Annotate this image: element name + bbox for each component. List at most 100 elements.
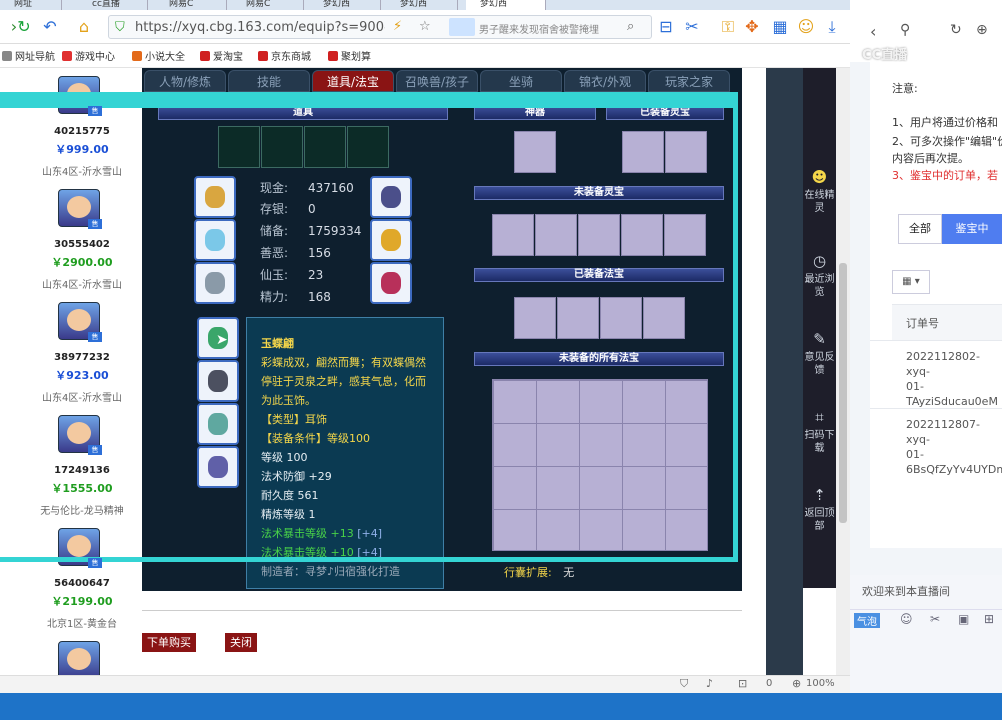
fabao-slot[interactable]	[600, 297, 642, 339]
tab-mount[interactable]: 坐骑	[480, 70, 562, 92]
equipment-armor[interactable]	[370, 219, 412, 261]
browser-tab[interactable]: 网址	[0, 0, 62, 10]
equipment-orb[interactable]	[194, 219, 236, 261]
browser-tab-active[interactable]: 梦幻西	[466, 0, 546, 10]
home-icon[interactable]: ⌂	[74, 17, 94, 37]
tab-skills[interactable]: 技能	[228, 70, 310, 92]
back-icon[interactable]: ‹	[870, 22, 876, 41]
listing-item[interactable]: 售 56400647 ￥2199.00 北京1区-黄金台	[28, 520, 136, 633]
online-spirit-button[interactable]: ☻ 在线精灵	[804, 168, 835, 215]
listing-item[interactable]: 售 40215775 ￥999.00 山东4区-沂水雪山	[28, 68, 136, 181]
fabao-slot[interactable]	[643, 297, 685, 339]
reader-icon[interactable]	[449, 18, 475, 36]
emoji-button-icon[interactable]: ☺	[900, 612, 913, 626]
puzzle-icon[interactable]: ✥	[742, 17, 762, 37]
speaker-icon[interactable]: ♪	[706, 677, 713, 690]
listing-item[interactable]: 售 17249136 ￥1555.00 无与伦比-龙马精神	[28, 407, 136, 520]
tab-summons[interactable]: 召唤兽/孩子	[396, 70, 478, 92]
item-slot[interactable]	[218, 126, 260, 168]
scrollbar-thumb[interactable]	[839, 263, 847, 523]
browser-tab[interactable]: cc直播	[78, 0, 148, 10]
image-button-icon[interactable]: ▣	[958, 612, 969, 626]
recent-browse-button[interactable]: ◷ 最近浏览	[804, 252, 835, 299]
close-button[interactable]: 关闭	[225, 633, 257, 652]
scissors-button-icon[interactable]: ✂	[930, 612, 940, 626]
tab-outfit[interactable]: 锦衣/外观	[564, 70, 646, 92]
artifact-slot[interactable]	[514, 131, 556, 173]
bookmark-item[interactable]: 网址导航	[2, 48, 55, 63]
reload-icon[interactable]: ↻	[950, 22, 962, 38]
lingbao-slot[interactable]	[492, 214, 534, 256]
browser-tab[interactable]: 网易C	[232, 0, 304, 10]
lingbao-slot[interactable]	[535, 214, 577, 256]
view-toggle[interactable]: ▦ ▾	[892, 270, 930, 294]
bookmark-item[interactable]: 聚划算	[328, 48, 371, 63]
bookmark-item[interactable]: 小说大全	[132, 48, 185, 63]
refresh-icon[interactable]: ↻	[14, 17, 34, 37]
equipment-ring[interactable]	[194, 262, 236, 304]
lingbao-slot[interactable]	[578, 214, 620, 256]
browser-tab[interactable]: 梦幻西	[386, 0, 458, 10]
listing-item[interactable]: 售 30555402 ￥2900.00 山东4区-沂水雪山	[28, 181, 136, 294]
tab-items[interactable]: 道具/法宝	[312, 70, 394, 92]
lingbao-slot[interactable]	[622, 131, 664, 173]
url-text[interactable]: https://xyq.cbg.163.com/equip?s=900&eid	[135, 20, 385, 35]
scissors-icon[interactable]: ✂	[682, 17, 702, 37]
filter-appraising-button[interactable]: 鉴宝中	[942, 214, 1002, 244]
gift-button-icon[interactable]: ⊞	[984, 612, 994, 626]
equipment-helmet[interactable]	[194, 176, 236, 218]
bubble-button[interactable]: 气泡	[854, 613, 880, 628]
fabao-grid[interactable]	[492, 379, 708, 551]
zoom-level[interactable]: 100%	[806, 678, 835, 689]
grid-icon[interactable]: ▦	[770, 17, 790, 37]
listing-item[interactable]	[28, 633, 136, 675]
lingbao-slot[interactable]	[664, 214, 706, 256]
globe-icon[interactable]: ⊕	[976, 22, 988, 38]
order-row[interactable]: 2022112802-xyq- 01- TAyziSducau0eM	[870, 340, 1002, 408]
browser-tab[interactable]: 网易C	[155, 0, 227, 10]
undo-icon[interactable]: ↶	[40, 17, 60, 37]
extension-icon[interactable]: ⊟	[656, 17, 676, 37]
scan-download-button[interactable]: ⌗ 扫码下载	[804, 408, 835, 455]
listing-item[interactable]: 售 38977232 ￥923.00 山东4区-沂水雪山	[28, 294, 136, 407]
page-scrollbar[interactable]	[836, 68, 850, 675]
key-icon[interactable]: ⚿	[718, 17, 738, 37]
item-slot[interactable]	[347, 126, 389, 168]
listing-id: 56400647	[54, 578, 110, 589]
inventory-pendant[interactable]	[197, 446, 239, 488]
browser-tab[interactable]: 梦幻西	[309, 0, 381, 10]
shield-status-icon[interactable]: ⛉	[680, 677, 688, 691]
listing-id: 40215775	[54, 126, 110, 137]
emoji-icon[interactable]: ☺	[796, 17, 816, 37]
back-to-top-button[interactable]: ⇡ 返回顶部	[804, 486, 835, 533]
search-icon[interactable]: ⌕	[627, 19, 634, 34]
bookmark-item[interactable]: 爱淘宝	[200, 48, 243, 63]
order-row[interactable]: 2022112807-xyq- 01- 6BsQfZyYv4UYDm	[870, 408, 1002, 476]
equipment-boots[interactable]	[370, 262, 412, 304]
fabao-slot[interactable]	[514, 297, 556, 339]
filter-all-button[interactable]: 全部	[898, 214, 942, 244]
fabao-slot[interactable]	[557, 297, 599, 339]
lightning-icon[interactable]: ⚡	[393, 19, 402, 34]
link-icon[interactable]: ⚲	[900, 22, 910, 38]
item-slot[interactable]	[261, 126, 303, 168]
equipment-weapon[interactable]	[370, 176, 412, 218]
news-ticker[interactable]: 男子醒来发现宿舍被警掩埋	[479, 21, 599, 36]
buy-button[interactable]: 下单购买	[142, 633, 196, 652]
inventory-bracelet[interactable]	[197, 403, 239, 445]
bookmark-item[interactable]: 游戏中心	[62, 48, 115, 63]
address-bar[interactable]: ⛉ https://xyq.cbg.163.com/equip?s=900&ei…	[108, 15, 652, 39]
inventory-ring[interactable]	[197, 360, 239, 402]
item-slot[interactable]	[304, 126, 346, 168]
download-icon[interactable]: ⤓	[822, 17, 842, 37]
zoom-icon[interactable]: ⊕	[792, 677, 801, 690]
lock-icon[interactable]: ⊡	[738, 677, 747, 690]
star-icon[interactable]: ☆	[419, 19, 431, 34]
bookmark-item[interactable]: 京东商城	[258, 48, 311, 63]
feedback-button[interactable]: ✎ 意见反馈	[804, 330, 835, 377]
tab-home[interactable]: 玩家之家	[648, 70, 730, 92]
lingbao-slot[interactable]	[621, 214, 663, 256]
notification-count[interactable]: 0	[766, 678, 772, 689]
tab-character[interactable]: 人物/修炼	[144, 70, 226, 92]
lingbao-slot[interactable]	[665, 131, 707, 173]
